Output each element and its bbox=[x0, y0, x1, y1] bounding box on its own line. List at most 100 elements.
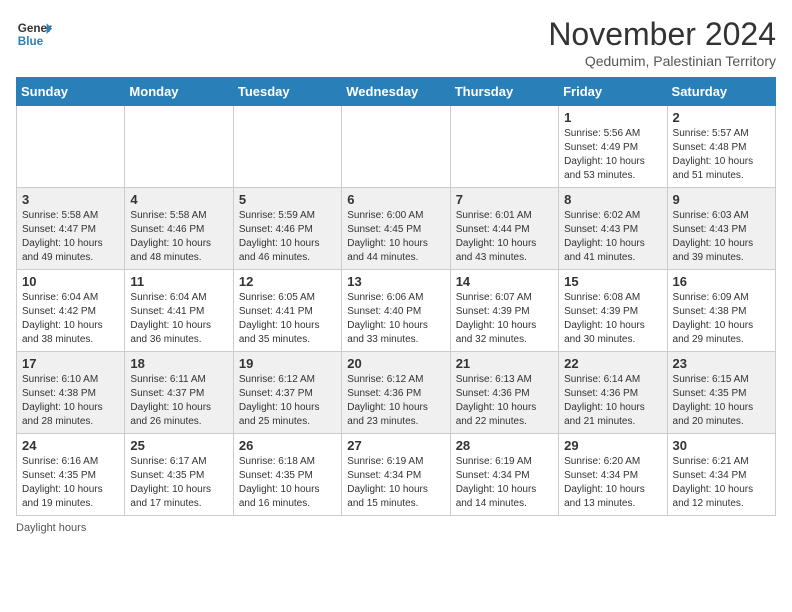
day-number: 25 bbox=[130, 438, 227, 453]
calendar-header-friday: Friday bbox=[559, 78, 667, 106]
calendar-week-row: 17 Sunrise: 6:10 AM Sunset: 4:38 PM Dayli… bbox=[17, 352, 776, 434]
calendar-header-sunday: Sunday bbox=[17, 78, 125, 106]
day-number: 2 bbox=[673, 110, 770, 125]
calendar-header-wednesday: Wednesday bbox=[342, 78, 450, 106]
day-number: 23 bbox=[673, 356, 770, 371]
day-number: 24 bbox=[22, 438, 119, 453]
calendar-cell: 29Sunrise: 6:20 AM Sunset: 4:34 PM Dayli… bbox=[559, 434, 667, 516]
calendar-cell bbox=[342, 106, 450, 188]
calendar-table: SundayMondayTuesdayWednesdayThursdayFrid… bbox=[16, 77, 776, 516]
calendar-header-monday: Monday bbox=[125, 78, 233, 106]
day-info: Sunrise: 6:11 AM Sunset: 4:37 PM Dayligh… bbox=[130, 373, 227, 429]
calendar-cell: 10 Sunrise: 6:04 AM Sunset: 4:42 PM Dayli… bbox=[17, 270, 125, 352]
day-info: Sunrise: 6:06 AM Sunset: 4:40 PM Dayligh… bbox=[347, 291, 444, 347]
day-info: Sunrise: 6:18 AM Sunset: 4:35 PM Dayligh… bbox=[239, 455, 336, 511]
day-number: 17 bbox=[22, 356, 119, 371]
day-info: Sunrise: 5:58 AM Sunset: 4:47 PM Dayligh… bbox=[22, 209, 119, 265]
page-header: General Blue November 2024 Qedumim, Pale… bbox=[16, 16, 776, 69]
day-info: Sunrise: 5:59 AM Sunset: 4:46 PM Dayligh… bbox=[239, 209, 336, 265]
day-number: 5 bbox=[239, 192, 336, 207]
calendar-cell: 14Sunrise: 6:07 AM Sunset: 4:39 PM Dayli… bbox=[450, 270, 558, 352]
day-info: Sunrise: 6:15 AM Sunset: 4:35 PM Dayligh… bbox=[673, 373, 770, 429]
day-number: 30 bbox=[673, 438, 770, 453]
calendar-cell: 19Sunrise: 6:12 AM Sunset: 4:37 PM Dayli… bbox=[233, 352, 341, 434]
day-info: Sunrise: 6:02 AM Sunset: 4:43 PM Dayligh… bbox=[564, 209, 661, 265]
day-info: Sunrise: 6:03 AM Sunset: 4:43 PM Dayligh… bbox=[673, 209, 770, 265]
calendar-cell: 3Sunrise: 5:58 AM Sunset: 4:47 PM Daylig… bbox=[17, 188, 125, 270]
calendar-cell: 28 Sunrise: 6:19 AM Sunset: 4:34 PM Dayli… bbox=[450, 434, 558, 516]
calendar-cell: 11 Sunrise: 6:04 AM Sunset: 4:41 PM Dayli… bbox=[125, 270, 233, 352]
calendar-cell: 1 Sunrise: 5:56 AM Sunset: 4:49 PM Daylig… bbox=[559, 106, 667, 188]
calendar-cell: 25 Sunrise: 6:17 AM Sunset: 4:35 PM Dayli… bbox=[125, 434, 233, 516]
day-info: Sunrise: 6:21 AM Sunset: 4:34 PM Dayligh… bbox=[673, 455, 770, 511]
day-number: 21 bbox=[456, 356, 553, 371]
logo: General Blue bbox=[16, 16, 52, 52]
day-number: 12 bbox=[239, 274, 336, 289]
calendar-cell: 2 Sunrise: 5:57 AM Sunset: 4:48 PM Daylig… bbox=[667, 106, 775, 188]
day-number: 11 bbox=[130, 274, 227, 289]
day-number: 16 bbox=[673, 274, 770, 289]
month-year: November 2024 bbox=[548, 16, 776, 53]
day-info: Sunrise: 6:16 AM Sunset: 4:35 PM Dayligh… bbox=[22, 455, 119, 511]
day-info: Sunrise: 6:19 AM Sunset: 4:34 PM Dayligh… bbox=[347, 455, 444, 511]
calendar-header-saturday: Saturday bbox=[667, 78, 775, 106]
calendar-cell: 30 Sunrise: 6:21 AM Sunset: 4:34 PM Dayli… bbox=[667, 434, 775, 516]
day-info: Sunrise: 6:12 AM Sunset: 4:37 PM Dayligh… bbox=[239, 373, 336, 429]
calendar-cell: 5 Sunrise: 5:59 AM Sunset: 4:46 PM Daylig… bbox=[233, 188, 341, 270]
day-number: 15 bbox=[564, 274, 661, 289]
day-info: Sunrise: 6:09 AM Sunset: 4:38 PM Dayligh… bbox=[673, 291, 770, 347]
calendar-header-thursday: Thursday bbox=[450, 78, 558, 106]
calendar-cell: 20 Sunrise: 6:12 AM Sunset: 4:36 PM Dayli… bbox=[342, 352, 450, 434]
calendar-cell: 15Sunrise: 6:08 AM Sunset: 4:39 PM Dayli… bbox=[559, 270, 667, 352]
day-number: 13 bbox=[347, 274, 444, 289]
day-info: Sunrise: 6:04 AM Sunset: 4:42 PM Dayligh… bbox=[22, 291, 119, 347]
day-info: Sunrise: 6:04 AM Sunset: 4:41 PM Dayligh… bbox=[130, 291, 227, 347]
day-number: 20 bbox=[347, 356, 444, 371]
calendar-cell bbox=[450, 106, 558, 188]
calendar-cell: 23 Sunrise: 6:15 AM Sunset: 4:35 PM Dayli… bbox=[667, 352, 775, 434]
calendar-cell bbox=[125, 106, 233, 188]
calendar-cell: 8 Sunrise: 6:02 AM Sunset: 4:43 PM Daylig… bbox=[559, 188, 667, 270]
day-number: 28 bbox=[456, 438, 553, 453]
calendar-cell bbox=[17, 106, 125, 188]
calendar-cell: 21Sunrise: 6:13 AM Sunset: 4:36 PM Dayli… bbox=[450, 352, 558, 434]
calendar-cell: 7Sunrise: 6:01 AM Sunset: 4:44 PM Daylig… bbox=[450, 188, 558, 270]
svg-text:Blue: Blue bbox=[18, 35, 44, 48]
day-info: Sunrise: 6:10 AM Sunset: 4:38 PM Dayligh… bbox=[22, 373, 119, 429]
calendar-cell: 9Sunrise: 6:03 AM Sunset: 4:43 PM Daylig… bbox=[667, 188, 775, 270]
calendar-cell: 13 Sunrise: 6:06 AM Sunset: 4:40 PM Dayli… bbox=[342, 270, 450, 352]
logo-icon: General Blue bbox=[16, 16, 52, 52]
day-number: 18 bbox=[130, 356, 227, 371]
day-info: Sunrise: 5:56 AM Sunset: 4:49 PM Dayligh… bbox=[564, 127, 661, 183]
calendar-cell: 17 Sunrise: 6:10 AM Sunset: 4:38 PM Dayli… bbox=[17, 352, 125, 434]
day-number: 8 bbox=[564, 192, 661, 207]
calendar-cell: 18 Sunrise: 6:11 AM Sunset: 4:37 PM Dayli… bbox=[125, 352, 233, 434]
day-info: Sunrise: 6:12 AM Sunset: 4:36 PM Dayligh… bbox=[347, 373, 444, 429]
calendar-header-row: SundayMondayTuesdayWednesdayThursdayFrid… bbox=[17, 78, 776, 106]
day-number: 10 bbox=[22, 274, 119, 289]
calendar-cell: 6 Sunrise: 6:00 AM Sunset: 4:45 PM Daylig… bbox=[342, 188, 450, 270]
day-number: 1 bbox=[564, 110, 661, 125]
calendar-body: 1 Sunrise: 5:56 AM Sunset: 4:49 PM Daylig… bbox=[17, 106, 776, 516]
day-info: Sunrise: 5:57 AM Sunset: 4:48 PM Dayligh… bbox=[673, 127, 770, 183]
calendar-cell: 4Sunrise: 5:58 AM Sunset: 4:46 PM Daylig… bbox=[125, 188, 233, 270]
calendar-cell: 16 Sunrise: 6:09 AM Sunset: 4:38 PM Dayli… bbox=[667, 270, 775, 352]
day-number: 6 bbox=[347, 192, 444, 207]
calendar-week-row: 3Sunrise: 5:58 AM Sunset: 4:47 PM Daylig… bbox=[17, 188, 776, 270]
day-info: Sunrise: 6:20 AM Sunset: 4:34 PM Dayligh… bbox=[564, 455, 661, 511]
day-number: 26 bbox=[239, 438, 336, 453]
calendar-cell bbox=[233, 106, 341, 188]
calendar-header-tuesday: Tuesday bbox=[233, 78, 341, 106]
day-info: Sunrise: 6:01 AM Sunset: 4:44 PM Dayligh… bbox=[456, 209, 553, 265]
day-number: 22 bbox=[564, 356, 661, 371]
day-info: Sunrise: 6:14 AM Sunset: 4:36 PM Dayligh… bbox=[564, 373, 661, 429]
day-number: 14 bbox=[456, 274, 553, 289]
day-info: Sunrise: 6:05 AM Sunset: 4:41 PM Dayligh… bbox=[239, 291, 336, 347]
calendar-cell: 26 Sunrise: 6:18 AM Sunset: 4:35 PM Dayli… bbox=[233, 434, 341, 516]
day-info: Sunrise: 6:00 AM Sunset: 4:45 PM Dayligh… bbox=[347, 209, 444, 265]
day-info: Sunrise: 6:17 AM Sunset: 4:35 PM Dayligh… bbox=[130, 455, 227, 511]
calendar-cell: 24 Sunrise: 6:16 AM Sunset: 4:35 PM Dayli… bbox=[17, 434, 125, 516]
day-info: Sunrise: 5:58 AM Sunset: 4:46 PM Dayligh… bbox=[130, 209, 227, 265]
day-info: Sunrise: 6:19 AM Sunset: 4:34 PM Dayligh… bbox=[456, 455, 553, 511]
calendar-cell: 12 Sunrise: 6:05 AM Sunset: 4:41 PM Dayli… bbox=[233, 270, 341, 352]
